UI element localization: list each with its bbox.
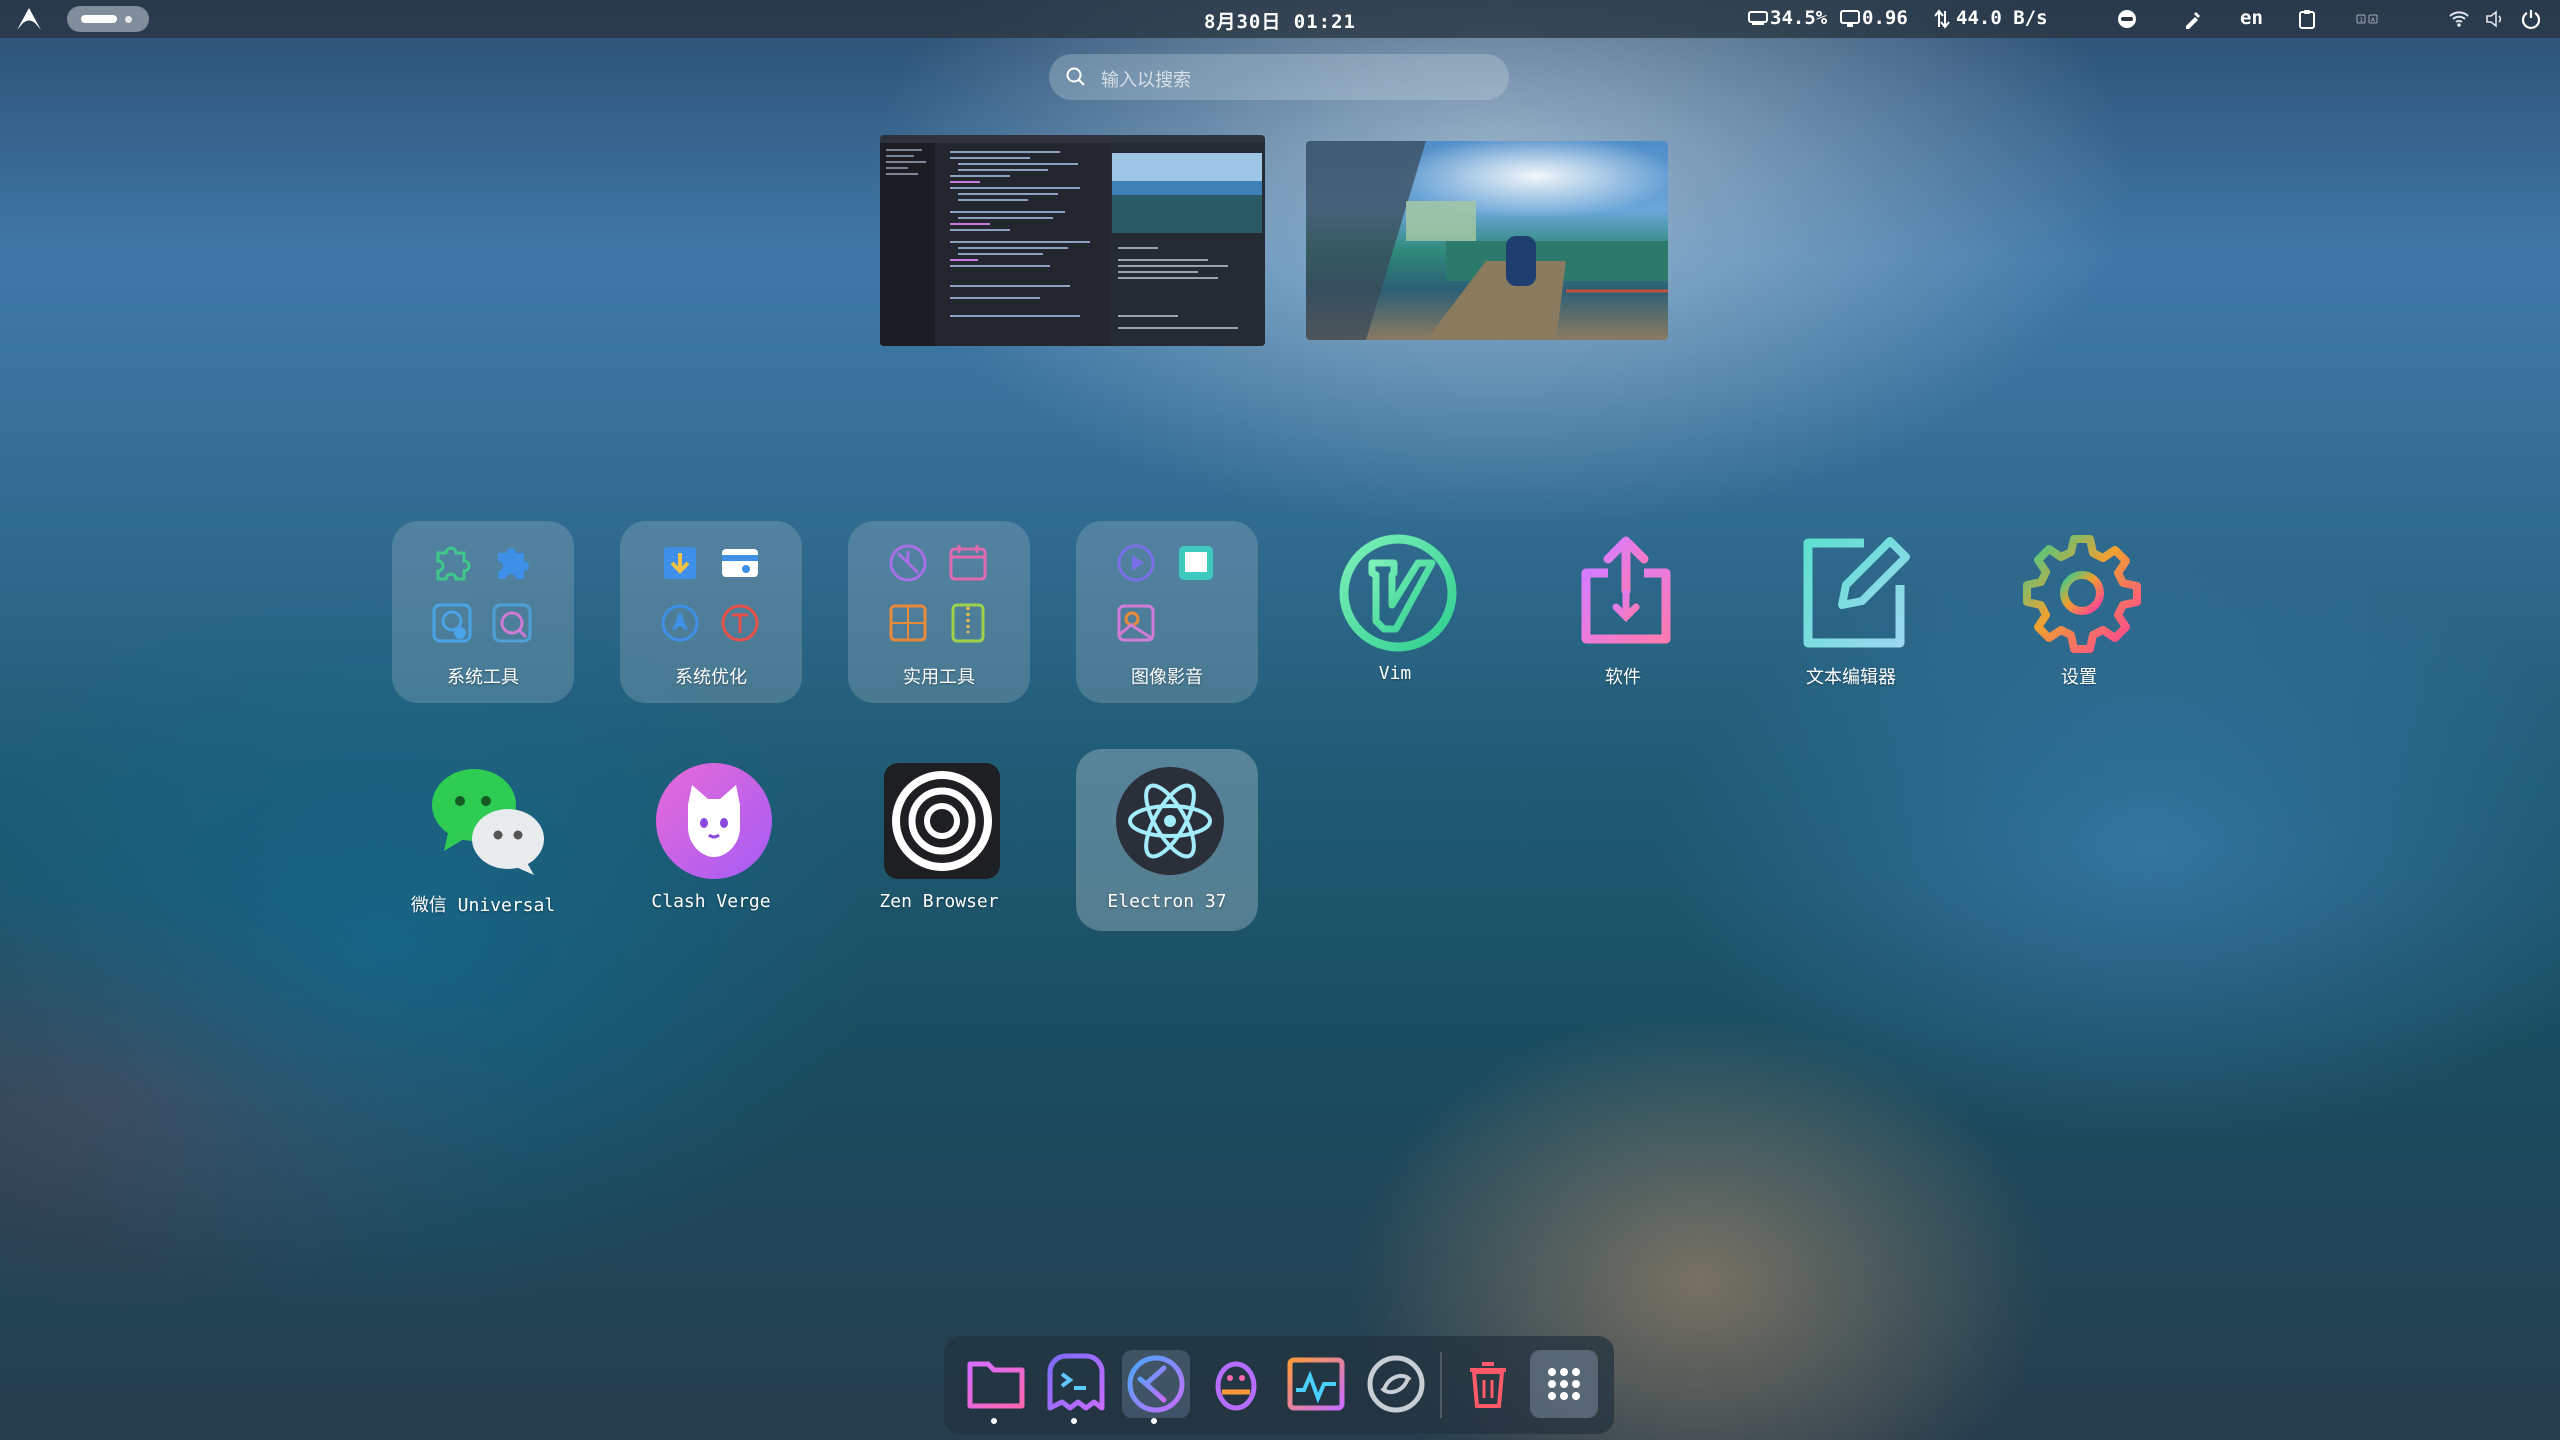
svg-text:1: 1 — [2360, 18, 2364, 24]
cpu-icon — [1748, 11, 1768, 25]
system-monitor-icon — [1287, 1357, 1345, 1411]
clash-verge-cat-icon — [656, 763, 772, 879]
arch-logo-icon[interactable] — [16, 7, 42, 31]
app-label: 系统优化 — [675, 667, 747, 688]
calculator-icon — [889, 604, 927, 642]
app-label: 文本编辑器 — [1806, 667, 1896, 688]
search-icon — [1066, 67, 1085, 86]
screen-icon — [1179, 546, 1213, 580]
cleaner-icon — [721, 604, 759, 642]
disk-search-icon — [492, 603, 532, 643]
app-label: 软件 — [1605, 667, 1641, 688]
trash-icon — [1470, 1362, 1506, 1408]
clock[interactable]: 8月30日 01:21 — [1180, 7, 1380, 34]
dock — [944, 1336, 1614, 1434]
keyboard-layout-icon[interactable]: 1A — [2356, 8, 2378, 30]
power-icon[interactable] — [2520, 8, 2542, 30]
software-install-icon — [1581, 536, 1671, 644]
gamepad-icon[interactable] — [2116, 8, 2138, 30]
text-editor-icon — [1803, 537, 1910, 648]
dock-app-grid[interactable] — [1530, 1350, 1598, 1418]
app-text-editor[interactable]: 文本编辑器 — [1760, 521, 1942, 703]
monitor-icon — [1840, 10, 1860, 27]
app-zen-browser[interactable]: Zen Browser — [848, 749, 1030, 931]
vscode-icon — [1127, 1355, 1185, 1413]
folder-utilities[interactable]: 实用工具 — [848, 521, 1030, 703]
dock-qq[interactable] — [1202, 1350, 1270, 1418]
search-placeholder: 输入以搜索 — [1101, 70, 1191, 91]
dock-files[interactable] — [962, 1350, 1030, 1418]
app-label: 微信 Universal — [410, 895, 556, 916]
puzzle-outline-icon — [436, 546, 471, 581]
search-input[interactable]: 输入以搜索 — [1049, 54, 1509, 100]
vim-icon — [1339, 534, 1457, 652]
browser-icon — [1367, 1355, 1425, 1413]
folder-system-optimization[interactable]: 系统优化 — [620, 521, 802, 703]
network-speed: 44.0 B/s — [1956, 7, 2048, 29]
app-settings[interactable]: 设置 — [1988, 521, 2170, 703]
archive-icon — [951, 603, 985, 643]
installer-icon — [664, 547, 696, 579]
qq-penguin-icon — [1215, 1361, 1257, 1411]
app-clash-verge[interactable]: Clash Verge — [620, 749, 802, 931]
wallpaper-window-thumbnail[interactable] — [1306, 141, 1668, 340]
app-wechat[interactable]: 微信 Universal — [392, 749, 574, 931]
language-indicator[interactable]: en — [2240, 7, 2263, 29]
color-picker-icon[interactable] — [2182, 8, 2204, 30]
dock-system-monitor[interactable] — [1282, 1350, 1350, 1418]
video-player-icon — [1117, 544, 1155, 582]
app-label: Electron 37 — [1107, 891, 1227, 912]
running-indicator — [1151, 1418, 1157, 1424]
app-grid-icon — [1548, 1368, 1580, 1400]
svg-text:A: A — [2371, 18, 2375, 24]
running-indicator — [1071, 1418, 1077, 1424]
calendar-icon — [949, 545, 987, 581]
running-indicator — [991, 1418, 997, 1424]
top-panel: 8月30日 01:21 34.5% 0.96 44.0 B/s en 1A — [0, 0, 2560, 38]
app-label: 系统工具 — [447, 667, 519, 688]
app-software[interactable]: 软件 — [1532, 521, 1714, 703]
clock-tool-icon — [889, 544, 927, 582]
files-icon — [967, 1361, 1025, 1409]
boost-icon — [661, 604, 699, 642]
terminal-icon — [1047, 1353, 1105, 1411]
volume-icon[interactable] — [2484, 8, 2506, 30]
disk-info-icon — [432, 603, 472, 643]
folder-system-tools[interactable]: 系统工具 — [392, 521, 574, 703]
zen-browser-icon — [884, 763, 1000, 879]
app-label: Clash Verge — [651, 891, 771, 912]
dock-separator — [1440, 1352, 1442, 1418]
network-speed-icon — [1934, 9, 1950, 29]
electron-icon — [1116, 767, 1224, 875]
wifi-icon[interactable] — [2448, 8, 2470, 30]
settings-gear-icon — [2023, 535, 2141, 653]
app-label: 设置 — [2061, 667, 2097, 688]
clipboard-icon[interactable] — [2296, 8, 2318, 30]
app-vim[interactable]: Vim — [1304, 521, 1486, 703]
image-viewer-icon — [1117, 604, 1155, 642]
dock-trash[interactable] — [1454, 1350, 1522, 1418]
dock-vscode[interactable] — [1122, 1350, 1190, 1418]
editor-window-thumbnail[interactable] — [880, 135, 1265, 346]
app-label: Zen Browser — [879, 891, 999, 912]
app-label: 实用工具 — [903, 667, 975, 688]
wallpaper-preview — [1306, 141, 1668, 340]
editor-preview — [880, 135, 1265, 346]
cpu-usage: 34.5% — [1770, 7, 1828, 29]
app-label: Vim — [1378, 663, 1412, 684]
system-load: 0.96 — [1862, 7, 1908, 29]
dock-terminal[interactable] — [1042, 1350, 1110, 1418]
wechat-icon — [432, 769, 544, 875]
folder-multimedia[interactable]: 图像影音 — [1076, 521, 1258, 703]
app-electron[interactable]: Electron 37 — [1076, 749, 1258, 931]
workspace-indicator[interactable] — [67, 6, 149, 32]
dock-browser[interactable] — [1362, 1350, 1430, 1418]
puzzle-filled-icon — [498, 547, 529, 579]
card-settings-icon — [722, 549, 758, 577]
app-label: 图像影音 — [1131, 667, 1203, 688]
